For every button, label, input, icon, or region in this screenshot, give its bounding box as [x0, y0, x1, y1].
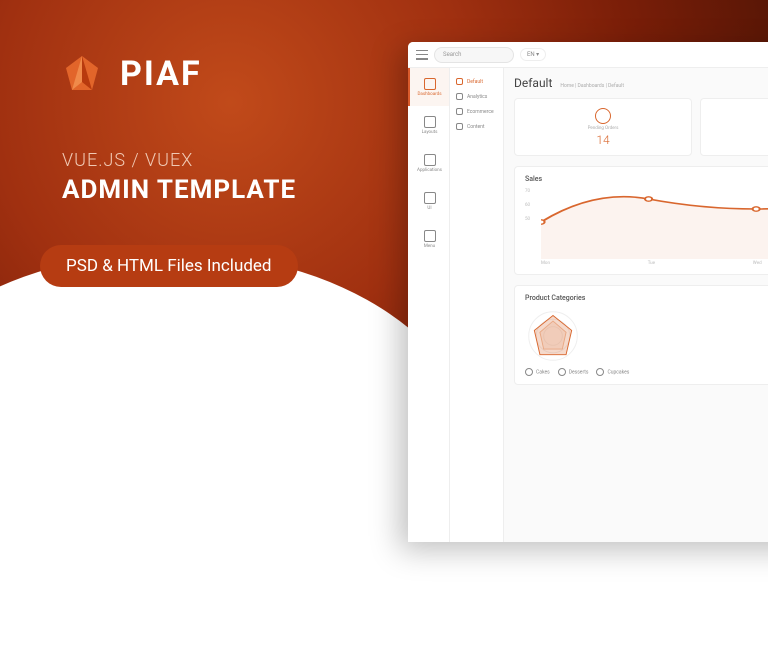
nav-layouts[interactable]: Layouts: [408, 106, 449, 144]
dot-icon: [456, 123, 463, 130]
dashboard-mockup: Search EN ▾ Dashboards Layouts Applicati…: [408, 42, 768, 542]
nav-ui[interactable]: UI: [408, 182, 449, 220]
sales-title: Sales: [525, 175, 768, 183]
ui-icon: [424, 192, 436, 204]
main-nav-rail: Dashboards Layouts Applications UI Menu: [408, 68, 450, 542]
sales-card: Sales 70 60 50 Mon Tue: [514, 166, 768, 275]
product-categories-card: Product Categories Cakes Desserts Cupcak…: [514, 285, 768, 385]
stat-completed-orders[interactable]: Completed Orders 32: [700, 98, 768, 156]
menu-icon: [424, 230, 436, 242]
radar-legend: Cakes Desserts Cupcakes: [525, 368, 768, 376]
search-input[interactable]: Search: [434, 47, 514, 63]
submenu-analytics[interactable]: Analytics: [450, 89, 503, 104]
stat-pending-orders[interactable]: Pending Orders 14: [514, 98, 692, 156]
layouts-icon: [424, 116, 436, 128]
tagline-main: ADMIN TEMPLATE: [62, 175, 296, 205]
dot-icon: [456, 78, 463, 85]
sales-line-chart: 70 60 50: [525, 189, 768, 259]
piaf-logo-icon: [62, 54, 102, 94]
nav-dashboards[interactable]: Dashboards: [408, 68, 449, 106]
dashboard-icon: [424, 78, 436, 90]
applications-icon: [424, 154, 436, 166]
language-switcher[interactable]: EN ▾: [520, 48, 546, 61]
brand-name: PIAF: [120, 54, 202, 94]
tagline-tech: VUE.JS / VUEX: [62, 150, 296, 171]
submenu-content[interactable]: Content: [450, 119, 503, 134]
page-title: Default: [514, 76, 552, 90]
radar-chart: [525, 308, 581, 364]
submenu-ecommerce[interactable]: Ecommerce: [450, 104, 503, 119]
menu-toggle-icon[interactable]: [416, 50, 428, 60]
content-area: Default Home | Dashboards | Default Pend…: [504, 68, 768, 542]
clock-icon: [595, 108, 611, 124]
submenu-default[interactable]: Default: [450, 74, 503, 89]
topbar: Search EN ▾: [408, 42, 768, 68]
nav-menu[interactable]: Menu: [408, 220, 449, 258]
breadcrumb[interactable]: Home | Dashboards | Default: [560, 83, 624, 89]
nav-applications[interactable]: Applications: [408, 144, 449, 182]
dot-icon: [456, 93, 463, 100]
submenu: Default Analytics Ecommerce Content: [450, 68, 504, 542]
categories-title: Product Categories: [525, 294, 768, 302]
dot-icon: [456, 108, 463, 115]
files-included-badge: PSD & HTML Files Included: [40, 245, 298, 287]
